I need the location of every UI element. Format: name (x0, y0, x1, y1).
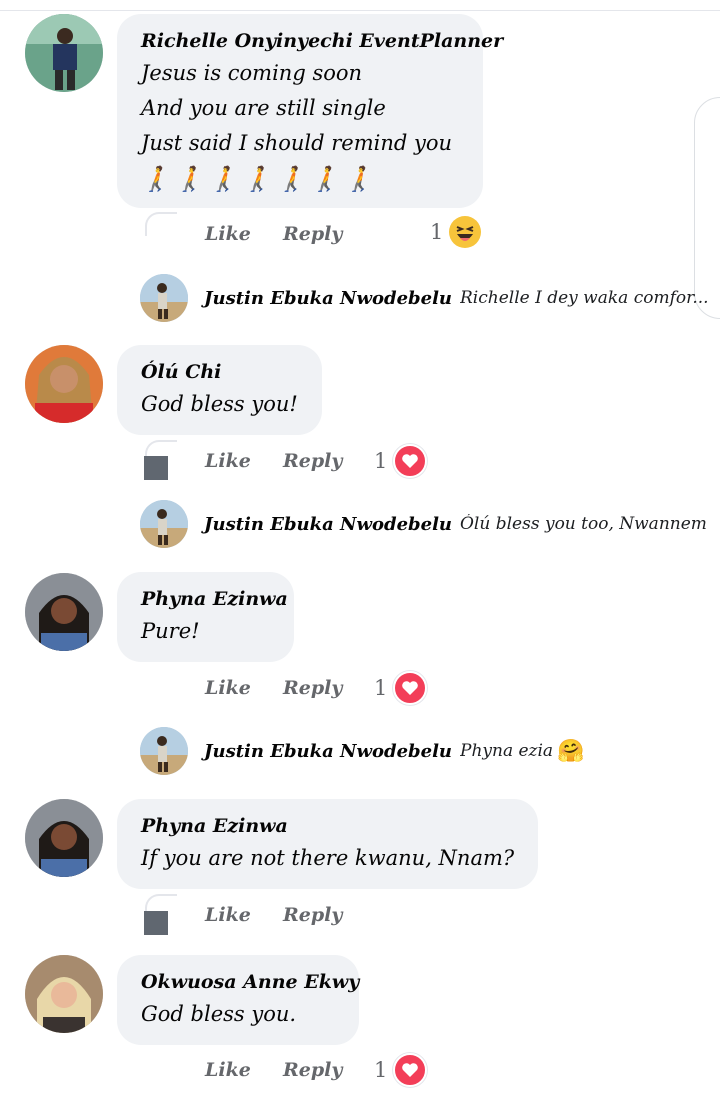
comment-author[interactable]: Phyna Ezinwa (141, 811, 514, 841)
comment-text-line: God bless you. (141, 1002, 297, 1026)
comment-bubble[interactable]: Ólú Chi God bless you! (117, 345, 322, 435)
reaction-count: 1 (374, 1058, 388, 1082)
comment-text-line: God bless you! (141, 392, 298, 416)
avatar[interactable] (140, 274, 188, 322)
reply-text: Ólú bless you too, Nwannem (460, 514, 707, 534)
comment-bubble[interactable]: Okwuosa Anne Ekwy God bless you. (117, 955, 359, 1045)
reaction-count: 1 (430, 220, 444, 244)
reply-text: Phyna ezia (460, 741, 554, 761)
heart-reaction-icon (393, 671, 428, 705)
reply-item[interactable]: Justin Ebuka Nwodebelu Richelle I dey wa… (140, 274, 709, 322)
reaction-summary[interactable]: 1 (430, 216, 482, 248)
comment-text-line: Just said I should remind you (141, 131, 453, 155)
top-divider (0, 10, 720, 11)
reply-button[interactable]: Reply (283, 223, 342, 245)
reply-author[interactable]: Justin Ebuka Nwodebelu (204, 514, 452, 535)
avatar[interactable] (140, 500, 188, 548)
reaction-summary[interactable]: 1 (374, 671, 428, 705)
reaction-count: 1 (374, 676, 388, 700)
collapse-thread-icon[interactable] (144, 911, 168, 935)
heart-reaction-icon (393, 444, 428, 478)
reply-author[interactable]: Justin Ebuka Nwodebelu (204, 288, 452, 309)
avatar[interactable] (140, 727, 188, 775)
reply-item[interactable]: Justin Ebuka Nwodebelu Ólú bless you too… (140, 500, 707, 548)
comment-author[interactable]: Phyna Ezinwa (141, 584, 288, 614)
laughing-reaction-icon (449, 216, 482, 248)
reply-text: Richelle I dey waka comfor... (460, 288, 709, 308)
reply-item[interactable]: Justin Ebuka Nwodebelu Phyna ezia 🤗 (140, 727, 584, 775)
avatar[interactable] (25, 345, 103, 423)
thread-connector (145, 212, 177, 236)
reaction-summary[interactable]: 1 (374, 1053, 428, 1087)
comment-author[interactable]: Ólú Chi (141, 357, 298, 387)
avatar[interactable] (25, 955, 103, 1033)
walking-emoji-row: 🚶🚶🚶🚶🚶🚶🚶 (141, 165, 379, 193)
collapse-thread-icon[interactable] (144, 456, 168, 480)
avatar[interactable] (25, 799, 103, 877)
avatar[interactable] (25, 573, 103, 651)
comment-text-line: And you are still single (141, 96, 386, 120)
like-button[interactable]: Like (205, 904, 251, 926)
comment-author[interactable]: Okwuosa Anne Ekwy (141, 967, 359, 997)
reply-button[interactable]: Reply (283, 904, 342, 926)
like-button[interactable]: Like (205, 223, 251, 245)
like-button[interactable]: Like (205, 450, 251, 472)
reply-button[interactable]: Reply (283, 677, 342, 699)
reaction-summary[interactable]: 1 (374, 444, 428, 478)
reply-button[interactable]: Reply (283, 1059, 342, 1081)
comment-bubble[interactable]: Phyna Ezinwa If you are not there kwanu,… (117, 799, 538, 889)
heart-reaction-icon (393, 1053, 428, 1087)
comment-author[interactable]: Richelle Onyinyechi EventPlanner (141, 26, 503, 56)
comment-bubble[interactable]: Richelle Onyinyechi EventPlanner Jesus i… (117, 14, 503, 208)
comment-text-line: If you are not there kwanu, Nnam? (141, 846, 515, 870)
hugging-emoji: 🤗 (557, 738, 585, 764)
comment-text-line: Jesus is coming soon (141, 61, 363, 85)
comment-bubble[interactable]: Phyna Ezinwa Pure! (117, 572, 294, 662)
comment-text-line: Pure! (141, 619, 200, 643)
reply-author[interactable]: Justin Ebuka Nwodebelu (204, 741, 452, 762)
reply-button[interactable]: Reply (283, 450, 342, 472)
reaction-count: 1 (374, 449, 388, 473)
avatar[interactable] (25, 14, 103, 92)
like-button[interactable]: Like (205, 677, 251, 699)
like-button[interactable]: Like (205, 1059, 251, 1081)
